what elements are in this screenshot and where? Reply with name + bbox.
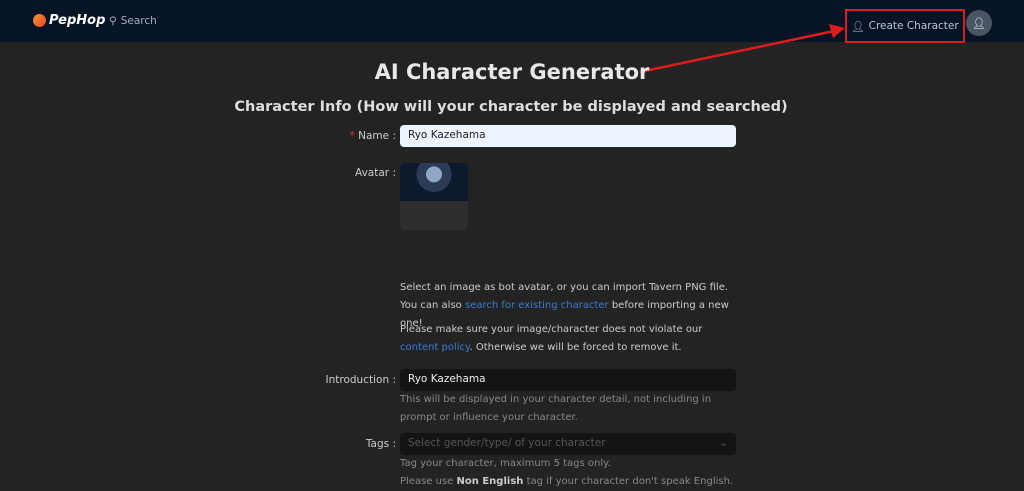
tags-placeholder: Select gender/type/ of your character <box>408 437 606 449</box>
avatar-upload[interactable] <box>400 163 468 230</box>
intro-help: This will be displayed in your character… <box>400 394 712 423</box>
avatar-image <box>400 163 468 201</box>
avatar-label: Avatar : <box>355 167 396 179</box>
chevron-down-icon: ⌄ <box>719 437 728 449</box>
search-existing-link[interactable]: search for existing character <box>465 300 609 311</box>
intro-input[interactable]: Ryo Kazehama <box>400 369 736 391</box>
name-input[interactable]: Ryo Kazehama <box>400 125 736 147</box>
content-policy-link[interactable]: content policy <box>400 342 469 353</box>
intro-label: Introduction : <box>325 374 396 386</box>
tags-label: Tags : <box>365 438 396 450</box>
policy-text: Please make sure your image/character do… <box>400 324 703 353</box>
tags-select[interactable]: Select gender/type/ of your character ⌄ <box>400 433 736 455</box>
name-label: * Name : <box>349 130 396 142</box>
